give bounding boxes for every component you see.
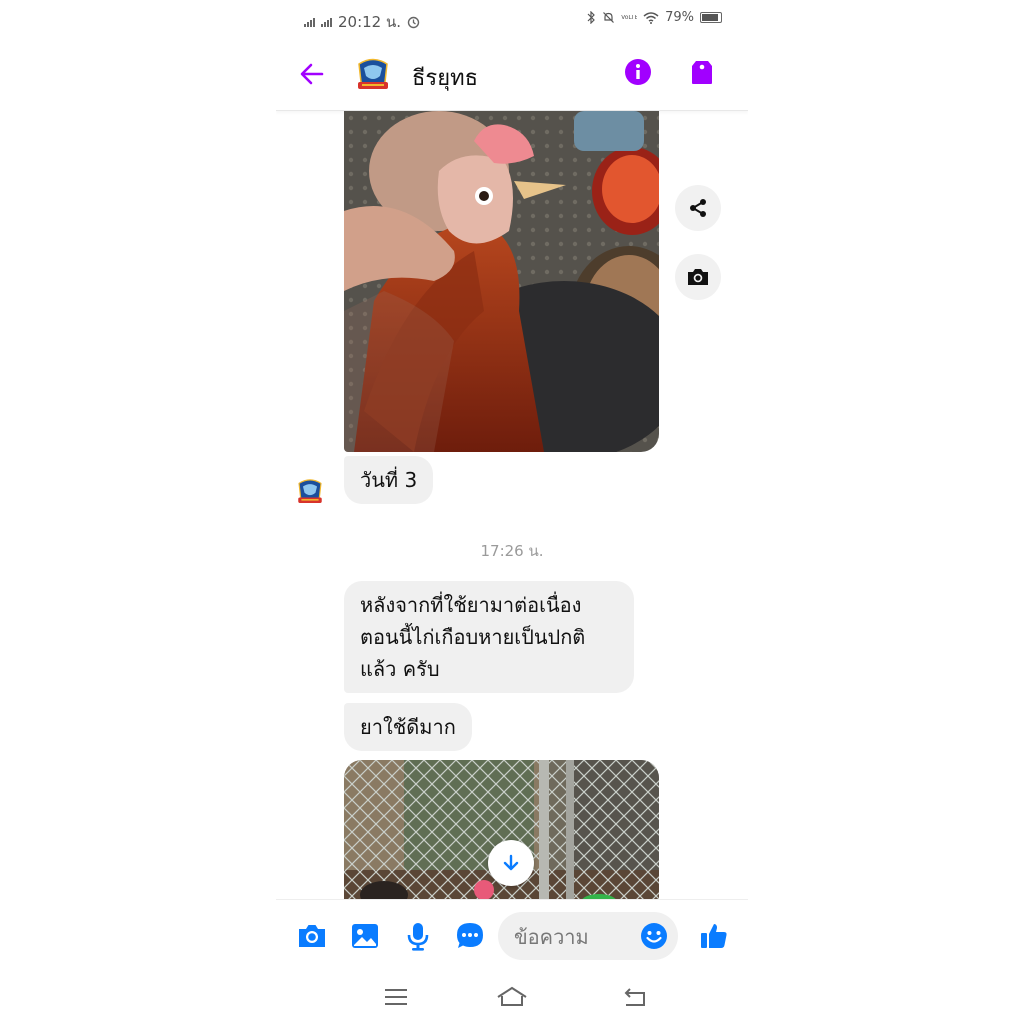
status-time: 20:12 น. [338, 13, 402, 31]
bluetooth-icon [587, 11, 595, 24]
arrow-down-icon [503, 854, 519, 871]
chat-apps-icon[interactable] [454, 920, 486, 952]
system-nav-bar [276, 973, 748, 1024]
wifi-icon [643, 11, 659, 24]
message-input-pill[interactable] [498, 912, 678, 960]
share-button[interactable] [675, 185, 721, 231]
like-thumb-icon[interactable] [698, 920, 730, 952]
camera-icon [688, 269, 708, 285]
microphone-icon[interactable] [402, 920, 434, 952]
sync-icon [407, 16, 420, 28]
message-bubble[interactable]: วันที่ 3 [344, 456, 434, 504]
message-input[interactable] [512, 922, 636, 952]
signal-icon [304, 17, 315, 27]
share-icon [690, 199, 706, 217]
back-nav-icon[interactable] [622, 985, 650, 1009]
menu-nav-icon[interactable] [382, 985, 410, 1009]
team-logo-icon [350, 52, 396, 98]
info-icon[interactable] [624, 58, 652, 86]
message-bubble[interactable]: หลังจากที่ใช้ยามาต่อเนื่อง ตอนนี้ไก่เกือ… [344, 581, 634, 693]
gallery-icon[interactable] [349, 920, 381, 952]
back-arrow-icon[interactable] [298, 60, 326, 88]
volte-badge: VoLTE [621, 14, 638, 21]
tag-icon[interactable] [688, 58, 716, 86]
contact-avatar[interactable] [350, 52, 396, 98]
emoji-icon[interactable] [640, 922, 668, 950]
message-list[interactable]: วันที่ 3 17:26 น. หลังจากที่ใช้ยามาต่อเน… [276, 111, 748, 900]
rooster-photo[interactable] [344, 111, 659, 452]
battery-percent: 79% [665, 10, 694, 25]
message-composer [276, 899, 748, 974]
contact-name: ธีรยุทธ [412, 66, 479, 91]
message-bubble[interactable]: ยาใช้ดีมาก [344, 703, 472, 751]
camera-icon[interactable] [296, 920, 328, 952]
conversation-header: ธีรยุทธ [276, 38, 748, 111]
messenger-screen: 20:12 น. VoLTE 79% ธีรยุทธ วันที่ 3 17:2… [276, 0, 748, 1024]
status-bar: 20:12 น. VoLTE 79% [276, 0, 748, 38]
camera-save-button[interactable] [675, 254, 721, 300]
sender-avatar[interactable] [292, 474, 328, 510]
mute-bell-icon [603, 12, 615, 23]
battery-icon [700, 12, 722, 23]
home-nav-icon[interactable] [496, 985, 528, 1009]
signal-2-icon [321, 17, 332, 27]
team-logo-icon [292, 474, 328, 510]
message-timestamp: 17:26 น. [480, 542, 544, 560]
scroll-to-bottom-button[interactable] [488, 840, 534, 886]
